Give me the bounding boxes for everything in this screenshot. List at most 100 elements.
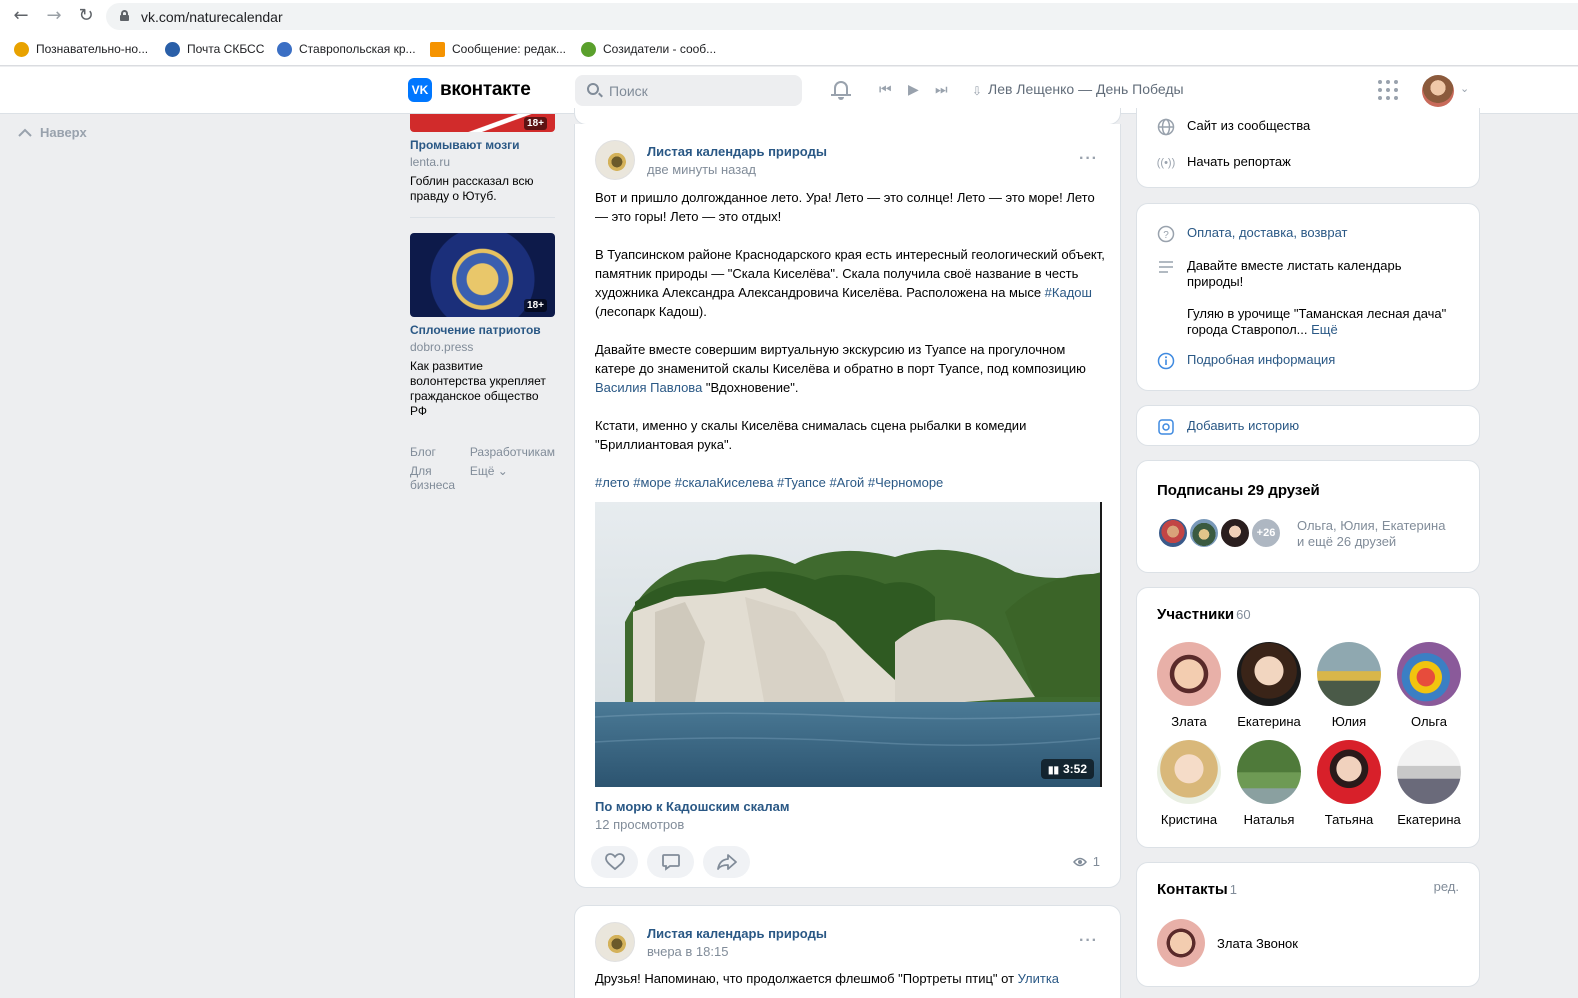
browser-toolbar: ← → ↻ vk.com/naturecalendar [0,0,1578,33]
payment-info-item[interactable]: ? Оплата, доставка, возврат [1157,225,1347,243]
member-item[interactable]: Наталья [1237,740,1301,827]
member-item[interactable]: Злата [1157,642,1221,729]
text-lines-icon [1157,258,1175,276]
more-options-icon[interactable]: ··· [1079,932,1098,950]
start-stream-item[interactable]: ((•)) Начать репортаж [1157,154,1291,172]
bookmark-item[interactable]: Познавательно-но... [14,40,148,58]
post-author[interactable]: Листая календарь природы [647,926,827,941]
bookmark-item[interactable]: Ставропольская кр... [277,40,416,58]
mention-link[interactable]: Василия Павлова [595,380,702,395]
friends-names[interactable]: Ольга, Юлия, Екатерина и ещё 26 друзей [1297,518,1445,550]
address-bar[interactable]: vk.com/naturecalendar [106,3,1578,30]
footer-link-business[interactable]: Для бизнеса [410,464,458,492]
reload-icon[interactable]: ↻ [75,5,97,27]
post-author[interactable]: Листая календарь природы [647,144,827,159]
ad-source: dobro.press [410,340,474,354]
group-avatar[interactable] [595,922,635,962]
group-avatar[interactable] [595,140,635,180]
description-line: Давайте вместе листать календарь природы… [1187,258,1402,289]
lock-icon [120,10,129,21]
friends-heading[interactable]: Подписаны 29 друзей [1157,482,1320,499]
add-story-item[interactable]: Добавить историю [1157,418,1299,436]
video-title[interactable]: По морю к Кадошским скалам [595,799,789,814]
divider [410,217,555,218]
members-count: 60 [1236,607,1251,622]
footer-link-developers[interactable]: Разработчикам [470,445,555,459]
heart-icon [604,853,625,871]
video-duration-badge: ▮▮ 3:52 [1040,759,1094,779]
bookmark-favicon [14,41,29,57]
bookmark-item[interactable]: Сообщение: редак... [430,40,566,58]
comment-button[interactable] [647,846,694,878]
url-text[interactable]: vk.com/naturecalendar [141,9,283,25]
post-time[interactable]: вчера в 18:15 [647,944,827,959]
search-box[interactable] [575,75,802,106]
wall-post: Листая календарь природы вчера в 18:15 ·… [574,905,1121,998]
bookmark-item[interactable]: Созидатели - сооб... [581,40,716,58]
hashtag-link[interactable]: #Кадош [1045,285,1092,300]
member-item[interactable]: Ольга [1397,642,1461,729]
vk-logo[interactable]: VK вконтакте [408,78,531,102]
bookmark-item[interactable]: Почта СКБСС [165,40,264,58]
play-icon[interactable]: ▶ [908,81,919,99]
details-item[interactable]: Подробная информация [1157,352,1335,370]
now-playing-track[interactable]: Лев Лещенко — День Победы [988,81,1184,97]
camera-icon [1157,418,1175,436]
ad-source: lenta.ru [410,155,451,169]
members-card: Участники 60 Злата Екатерина Юлия Ольга К… [1136,587,1480,848]
post-time[interactable]: две минуты назад [647,162,827,177]
mention-link[interactable]: Улитка [1018,971,1059,986]
chevron-down-icon[interactable]: ⌄ [1460,82,1469,95]
previous-card-bottom [574,108,1121,125]
more-link[interactable]: Ещё [1311,322,1338,337]
avatar [1157,642,1221,706]
video-player[interactable]: ▮▮ 3:52 [595,502,1102,787]
members-grid: Злата Екатерина Юлия Ольга Кристина Ната… [1157,642,1461,827]
apps-grid-icon[interactable] [1378,80,1398,100]
avatar [1317,740,1381,804]
video-views: 12 просмотров [595,817,685,832]
contact-item[interactable]: Злата Звонок [1157,919,1298,967]
notifications-bell-icon[interactable] [831,79,851,101]
forward-icon[interactable]: → [43,5,65,27]
contacts-heading[interactable]: Контакты 1 [1157,881,1237,898]
search-input[interactable] [609,75,789,106]
member-item[interactable]: Екатерина [1237,642,1301,729]
member-item[interactable]: Юлия [1317,642,1381,729]
share-button[interactable] [703,846,750,878]
edit-contacts-link[interactable]: ред. [1434,879,1459,894]
member-item[interactable]: Татьяна [1317,740,1381,827]
ad-image[interactable]: 18+ [410,233,555,317]
bookmark-favicon [277,41,292,57]
ad-text: Как развитие волонтерства укрепляет граж… [410,359,546,418]
next-track-icon[interactable]: ⏭ [935,81,948,99]
eye-icon [1072,857,1087,866]
svg-text:?: ? [1163,230,1169,241]
avatar [1237,740,1301,804]
post-text: Друзья! Напоминаю, что продолжается флеш… [595,971,1060,986]
members-heading[interactable]: Участники 60 [1157,606,1251,623]
ad-image[interactable]: 18+ [410,114,555,132]
user-avatar[interactable] [1422,75,1454,107]
more-options-icon[interactable]: ··· [1079,150,1098,168]
description-line: Гуляю в урочище "Таманская лесная дача" … [1187,306,1447,337]
back-to-top-link[interactable]: Наверх [18,125,87,140]
member-item[interactable]: Екатерина [1397,740,1461,827]
like-button[interactable] [591,846,638,878]
footer-link-blog[interactable]: Блог [410,445,458,459]
description-item: Давайте вместе листать календарь природы… [1157,258,1457,338]
back-icon[interactable]: ← [10,5,32,27]
add-story-card[interactable]: Добавить историю [1136,405,1480,446]
post-paragraph: Вот и пришло долгожданное лето. Ура! Лет… [595,190,1095,224]
footer-link-more[interactable]: Ещё ⌄ [470,464,555,492]
post-paragraph: Кстати, именно у скалы Киселёва снималас… [595,418,1027,452]
ad-title[interactable]: Промывают мозги [410,138,555,152]
vk-header: VK вконтакте ⏮ ▶ ⏭ ⇩ Лев Лещенко — День … [0,67,1578,114]
friends-avatars[interactable]: +26 [1157,517,1282,549]
ad-title[interactable]: Сплочение патриотов [410,323,555,337]
member-item[interactable]: Кристина [1157,740,1221,827]
post-hashtags[interactable]: #лето #море #скалаКиселева #Туапсе #Агой… [595,473,1105,492]
site-from-community-item[interactable]: Сайт из сообщества [1157,118,1310,136]
globe-icon [1157,118,1175,136]
previous-track-icon[interactable]: ⏮ [879,81,892,99]
